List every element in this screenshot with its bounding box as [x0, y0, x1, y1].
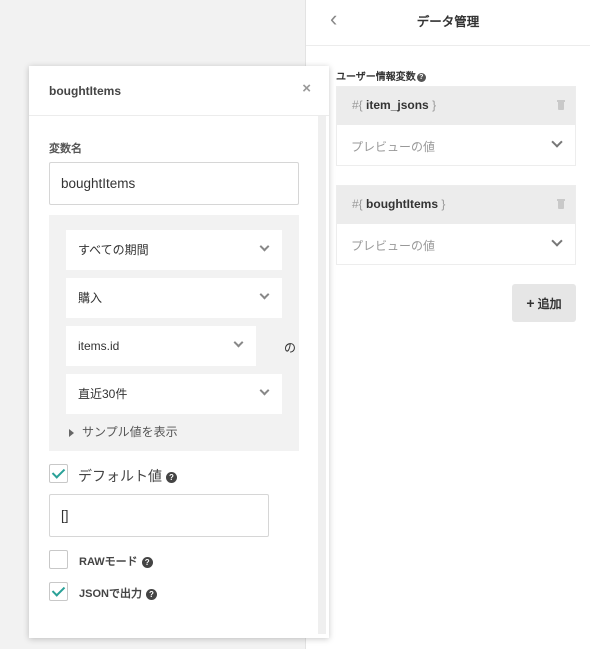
chevron-down-icon: [259, 241, 270, 252]
variable-name-label: 変数名: [49, 143, 82, 155]
sample-values-toggle[interactable]: サンプル値を表示: [69, 423, 178, 440]
variable-edit-modal: boughtItems × 変数名 boughtItems すべての期間 購入 …: [29, 66, 329, 638]
chevron-down-icon: [233, 337, 244, 348]
raw-mode-checkbox[interactable]: [49, 550, 68, 569]
period-select[interactable]: すべての期間: [66, 230, 282, 270]
variable-name: boughtItems: [366, 197, 439, 211]
no-particle-label: の: [284, 341, 297, 355]
variable-card-header[interactable]: #{ item_jsons }: [337, 87, 575, 125]
section-label: ユーザー情報変数?: [336, 68, 426, 83]
modal-title: boughtItems: [49, 84, 121, 98]
preview-label: プレビューの値: [351, 239, 436, 253]
chevron-down-icon: [259, 289, 270, 300]
help-icon[interactable]: ?: [166, 471, 177, 483]
field-select[interactable]: items.id: [66, 326, 256, 366]
default-value-label: デフォルト値?: [78, 466, 177, 486]
panel-header: ‹ データ管理: [306, 0, 590, 46]
filter-panel: すべての期間 購入 items.id の 直近30件 サンプル値を表示: [49, 215, 299, 451]
variable-card-header[interactable]: #{ boughtItems }: [337, 186, 575, 224]
close-icon[interactable]: ×: [302, 80, 311, 97]
variable-name: item_jsons: [366, 98, 429, 112]
preview-label: プレビューの値: [351, 140, 436, 154]
data-management-panel: ‹ データ管理 ユーザー情報変数? #{ item_jsons } プレビューの…: [305, 0, 590, 649]
modal-header: boughtItems ×: [29, 66, 329, 116]
chevron-down-icon: [551, 136, 563, 148]
event-select[interactable]: 購入: [66, 278, 282, 318]
help-icon[interactable]: ?: [416, 72, 426, 82]
preview-dropdown[interactable]: プレビューの値: [337, 125, 575, 165]
preview-dropdown[interactable]: プレビューの値: [337, 224, 575, 264]
chevron-down-icon: [259, 385, 270, 396]
help-icon[interactable]: ?: [141, 556, 153, 568]
default-value-checkbox[interactable]: [49, 464, 68, 483]
caret-right-icon: [69, 428, 74, 437]
plus-icon: +: [526, 295, 535, 311]
variable-name-input[interactable]: boughtItems: [49, 162, 299, 205]
scrollbar[interactable]: [318, 116, 326, 634]
trash-icon[interactable]: [557, 199, 565, 209]
default-value-input[interactable]: []: [49, 494, 269, 537]
json-output-label: JSONで出力?: [79, 585, 157, 601]
add-button[interactable]: + 追加: [512, 284, 576, 322]
json-output-checkbox[interactable]: [49, 582, 68, 601]
trash-icon[interactable]: [557, 100, 565, 110]
limit-select[interactable]: 直近30件: [66, 374, 282, 414]
variable-card-item-jsons: #{ item_jsons } プレビューの値: [336, 86, 576, 166]
help-icon[interactable]: ?: [145, 588, 157, 600]
panel-title: データ管理: [416, 15, 480, 29]
variable-card-bought-items: #{ boughtItems } プレビューの値: [336, 185, 576, 265]
raw-mode-label: RAWモード?: [79, 553, 153, 569]
chevron-down-icon: [551, 235, 563, 247]
